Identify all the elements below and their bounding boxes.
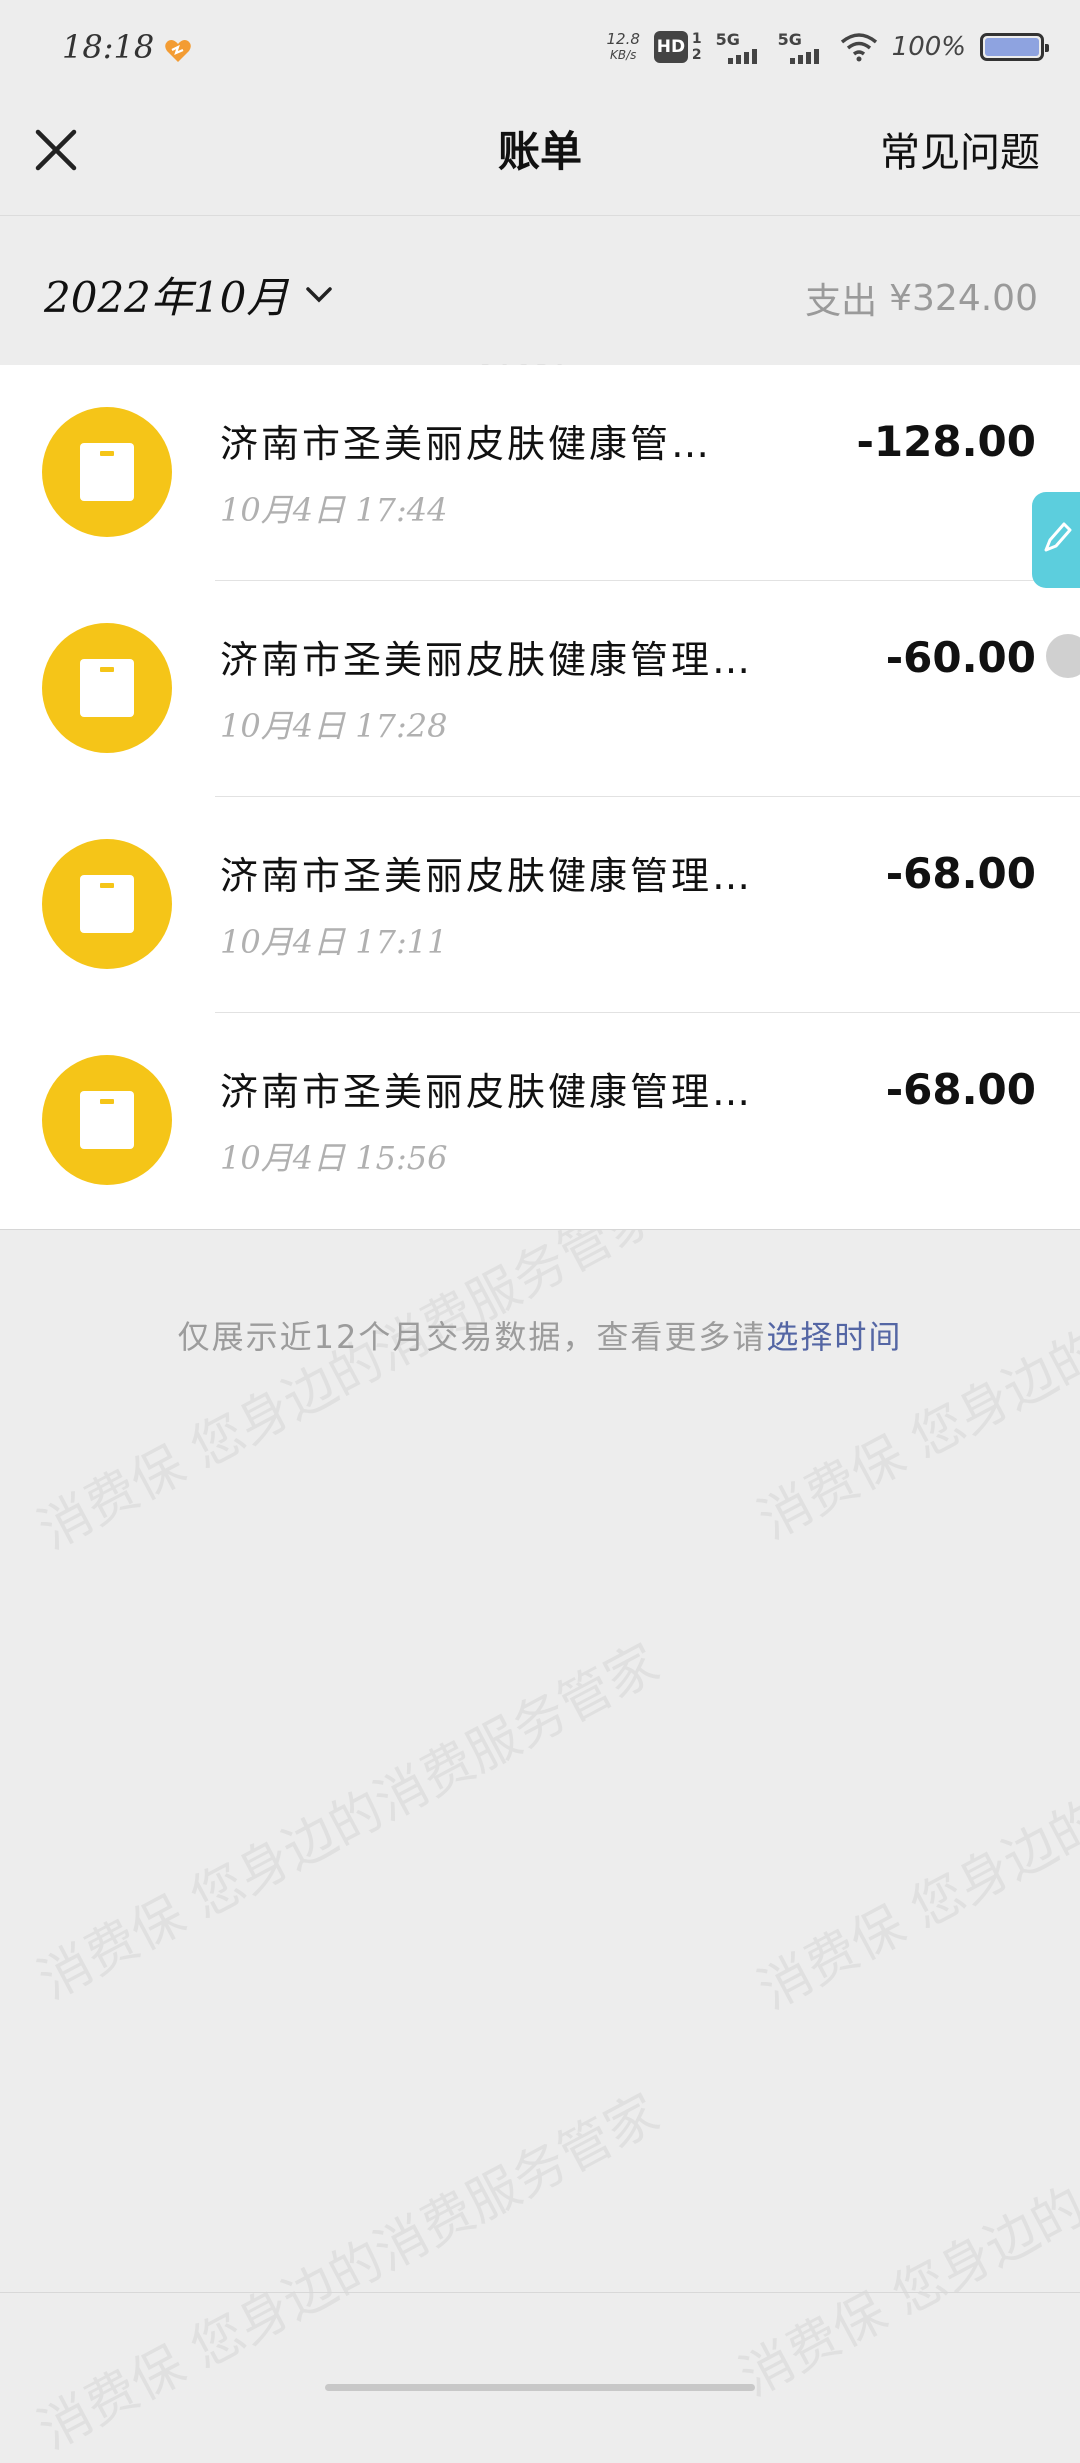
expense-label: 支出 [805, 281, 878, 322]
home-indicator[interactable] [325, 2384, 755, 2391]
transaction-row[interactable]: 济南市圣美丽皮肤健康管理… 10月4日 17:28 -60.00 [0, 581, 1080, 797]
transaction-row[interactable]: 济南市圣美丽皮肤健康管… 10月4日 17:44 -128.00 [0, 365, 1080, 581]
status-time: 18:18 [62, 28, 155, 66]
shopping-bag-icon [80, 443, 134, 501]
month-label: 2022年10月 [44, 273, 289, 322]
shopping-bag-icon [80, 659, 134, 717]
merchant-avatar [42, 623, 172, 753]
signal-icon-sim1: 5G [716, 30, 764, 64]
merchant-name: 济南市圣美丽皮肤健康管… [220, 422, 713, 466]
shopping-bag-icon [80, 875, 134, 933]
select-time-link[interactable]: 选择时间 [766, 1318, 902, 1356]
merchant-avatar [42, 407, 172, 537]
floating-assistant-tab[interactable] [1032, 492, 1080, 588]
month-selector[interactable]: 2022年10月 [44, 264, 336, 325]
transaction-time: 10月4日 17:28 [220, 707, 448, 745]
merchant-avatar [42, 839, 172, 969]
battery-percent: 100% [891, 32, 966, 62]
sim-labels: 1 2 [691, 31, 702, 63]
history-note-text: 仅展示近12个月交易数据，查看更多请 [177, 1318, 767, 1356]
transaction-time: 10月4日 17:11 [220, 923, 448, 961]
hd-icon: HD [653, 31, 688, 63]
watermark: 消费保 您身边的 [730, 2176, 1080, 2409]
net-speed: 12.8 KB/s [606, 30, 640, 62]
transaction-row[interactable]: 济南市圣美丽皮肤健康管理… 10月4日 15:56 -68.00 [0, 1013, 1080, 1229]
heart-icon [165, 40, 191, 62]
merchant-name: 济南市圣美丽皮肤健康管理… [220, 854, 754, 898]
chevron-down-icon [306, 286, 333, 302]
transaction-row[interactable]: 济南市圣美丽皮肤健康管理… 10月4日 17:11 -68.00 [0, 797, 1080, 1013]
status-bar: 18:18 12.8 KB/s HD 1 2 5G 5G 100% [0, 0, 1080, 100]
merchant-avatar [42, 1055, 172, 1185]
watermark: 消费保 您身边的消费服务管家 [29, 2083, 669, 2462]
transaction-time: 10月4日 17:44 [220, 491, 448, 529]
battery-icon [980, 33, 1049, 61]
wifi-icon [840, 33, 877, 62]
transaction-amount: -128.00 [856, 417, 1036, 466]
watermark: 消费保 您身边的消费服务管家 [29, 1633, 669, 2012]
watermark: 消费保 您身边的消费服务管家 [749, 1643, 1080, 2022]
faq-link[interactable]: 常见问题 [880, 120, 1040, 178]
merchant-name: 济南市圣美丽皮肤健康管理… [220, 1070, 754, 1114]
transaction-amount: -68.00 [885, 849, 1036, 898]
nav-bar: 账单 常见问题 [0, 100, 1080, 216]
divider [0, 2292, 1080, 2293]
signal-icon-sim2: 5G [778, 30, 826, 64]
expense-value: ¥324.00 [889, 277, 1038, 319]
merchant-name: 济南市圣美丽皮肤健康管理… [220, 638, 754, 682]
transaction-amount: -60.00 [885, 633, 1036, 682]
shopping-bag-icon [80, 1091, 134, 1149]
month-header: 2022年10月 支出 ¥324.00 [0, 216, 1080, 364]
pen-icon [1044, 522, 1072, 552]
transaction-list: 济南市圣美丽皮肤健康管… 10月4日 17:44 -128.00 济南市圣美丽皮… [0, 365, 1080, 1230]
watermark: 消费保 您身边的消费服务管家 [29, 1183, 669, 1562]
transaction-time: 10月4日 15:56 [220, 1139, 448, 1177]
history-note: 仅展示近12个月交易数据，查看更多请选择时间 [0, 1312, 1080, 1358]
transaction-amount: -68.00 [885, 1065, 1036, 1114]
month-expense-total: 支出 ¥324.00 [805, 272, 1038, 324]
